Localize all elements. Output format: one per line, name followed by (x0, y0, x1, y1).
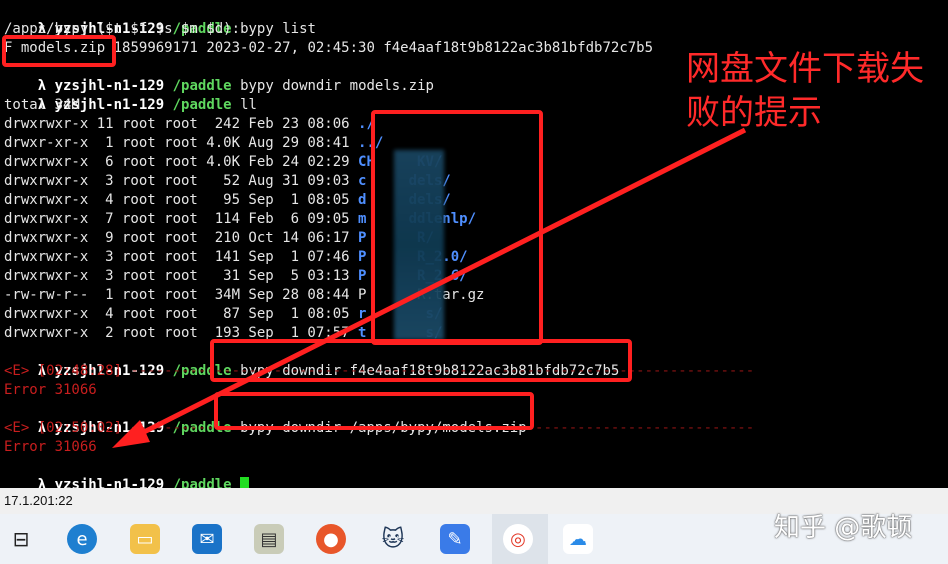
certificate-manager-icon[interactable]: ▤ (254, 524, 284, 554)
file-explorer-icon[interactable]: ▭ (130, 524, 160, 554)
terminal-window[interactable]: λ yzsjhl-n1-129 /paddle bypy list /apps/… (0, 0, 948, 488)
status-address: 17.1.201:22 (4, 493, 73, 508)
annotation-text-line1: 网盘文件下载失 (686, 49, 924, 89)
mail-icon[interactable]: ✉ (192, 524, 222, 554)
edge-icon[interactable]: e (67, 524, 97, 554)
baidu-netdisk-icon[interactable]: ☁ (563, 524, 593, 554)
task-view-icon[interactable]: ⊟ (6, 524, 36, 554)
snail-app-icon[interactable]: ◎ (503, 524, 533, 554)
annotation-text-line2: 败的提示 (686, 93, 822, 133)
cat-app-icon[interactable]: 🐱 (378, 524, 408, 554)
watermark: 知乎 @歌顿 (774, 513, 913, 543)
firefox-icon[interactable]: ● (316, 524, 346, 554)
pen-app-icon[interactable]: ✎ (440, 524, 470, 554)
